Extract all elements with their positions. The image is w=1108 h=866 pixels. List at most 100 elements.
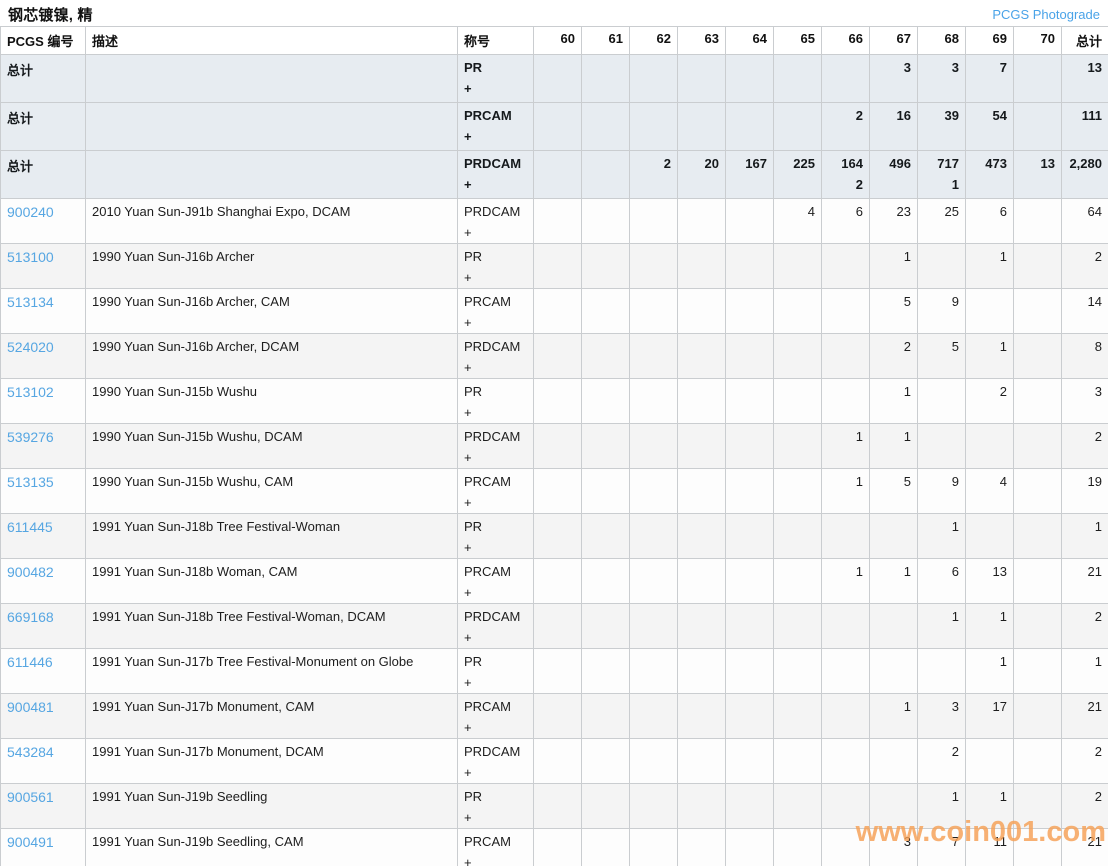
- grade-count: 2: [972, 384, 1007, 400]
- pcgs-number-link[interactable]: 900240: [7, 204, 54, 220]
- grade-count: PRCAM: [464, 474, 527, 490]
- grade-count: [540, 654, 575, 670]
- plus-grade-count: [924, 855, 959, 866]
- grade-count: [540, 564, 575, 580]
- grade-count: 6: [828, 204, 863, 220]
- grade-count: [1020, 744, 1055, 760]
- grade-count: 1: [876, 384, 911, 400]
- plus-grade-count: [972, 177, 1007, 193]
- plus-grade-count: [588, 315, 623, 331]
- grade-count: PRCAM: [464, 834, 527, 850]
- plus-grade-count: +: [464, 450, 527, 466]
- pcgs-number-link[interactable]: 539276: [7, 429, 54, 445]
- grade-count-cell: [1014, 379, 1062, 424]
- grade-count: 2: [1068, 744, 1102, 760]
- grade-count: [732, 519, 767, 535]
- coin-row: 9005611991 Yuan Sun-J19b SeedlingPR+112: [1, 784, 1108, 829]
- grade-count: [540, 294, 575, 310]
- pcgs-number-link[interactable]: 513135: [7, 474, 54, 490]
- plus-grade-count: [732, 720, 767, 736]
- pcgs-number-link[interactable]: 611446: [7, 654, 53, 670]
- plus-grade-count: [780, 177, 815, 193]
- pcgs-number-link[interactable]: 900561: [7, 789, 54, 805]
- plus-grade-count: [684, 585, 719, 601]
- pcgs-number-link[interactable]: 611445: [7, 519, 53, 535]
- grade-count: [684, 204, 719, 220]
- plus-grade-count: [780, 81, 815, 97]
- pcgs-number-link[interactable]: 900482: [7, 564, 54, 580]
- grade-count-cell: 17: [966, 694, 1014, 739]
- grade-count-cell: [1014, 784, 1062, 829]
- plus-grade-count: [732, 177, 767, 193]
- grade-count-cell: [774, 739, 822, 784]
- grade-count: 2: [924, 744, 959, 760]
- summary-label: 总计: [1, 55, 86, 103]
- grade-count: PRDCAM: [464, 609, 527, 625]
- grade-count-cell: 5: [918, 334, 966, 379]
- grade-count: [684, 60, 719, 76]
- grade-count: 13: [1068, 60, 1102, 76]
- pcgs-photograde-link[interactable]: PCGS Photograde: [992, 7, 1100, 22]
- pcgs-number-link[interactable]: 900481: [7, 699, 54, 715]
- plus-grade-count: [540, 450, 575, 466]
- coin-row: 6114451991 Yuan Sun-J18b Tree Festival-W…: [1, 514, 1108, 559]
- plus-grade-count: [1068, 129, 1102, 145]
- grade-count-cell: 13: [1014, 151, 1062, 199]
- pcgs-number-link[interactable]: 513100: [7, 249, 54, 265]
- plus-grade-count: [684, 675, 719, 691]
- grade-count: [1020, 108, 1055, 124]
- grade-count: [540, 429, 575, 445]
- grade-count: [828, 519, 863, 535]
- grade-count-cell: [678, 739, 726, 784]
- grade-count-cell: [774, 559, 822, 604]
- population-report-page: 钢芯镀镍, 精 PCGS Photograde PCGS 编号 描述 称号 60…: [0, 0, 1108, 866]
- pcgs-number-link[interactable]: 543284: [7, 744, 54, 760]
- grade-count: [876, 654, 911, 670]
- plus-grade-count: [684, 360, 719, 376]
- grade-count: 1: [828, 429, 863, 445]
- grade-count-cell: [630, 103, 678, 151]
- coin-description: 1990 Yuan Sun-J15b Wushu, CAM: [86, 469, 458, 514]
- grade-count-cell: 3: [1062, 379, 1108, 424]
- grade-count-cell: [534, 55, 582, 103]
- pcgs-number-link[interactable]: 513134: [7, 294, 54, 310]
- grade-count: [1020, 60, 1055, 76]
- grade-count-cell: [774, 424, 822, 469]
- summary-row: 总计PR+33713: [1, 55, 1108, 103]
- grade-count-cell: [726, 103, 774, 151]
- column-header-pcgs-number: PCGS 编号: [1, 27, 86, 55]
- plus-grade-count: [972, 585, 1007, 601]
- grade-count: 1: [924, 609, 959, 625]
- column-header-grade-67: 67: [870, 27, 918, 55]
- grade-count-cell: 3: [870, 829, 918, 866]
- grade-count: 54: [972, 108, 1007, 124]
- pcgs-number-link[interactable]: 524020: [7, 339, 54, 355]
- pcgs-number-link[interactable]: 513102: [7, 384, 54, 400]
- plus-grade-count: [636, 450, 671, 466]
- pcgs-number-link[interactable]: 900491: [7, 834, 54, 850]
- grade-count-cell: 4: [966, 469, 1014, 514]
- plus-grade-count: [588, 675, 623, 691]
- plus-grade-count: [924, 540, 959, 556]
- plus-grade-count: [780, 270, 815, 286]
- plus-grade-count: [780, 495, 815, 511]
- plus-grade-count: [684, 177, 719, 193]
- grade-count: [636, 564, 671, 580]
- plus-grade-count: [924, 360, 959, 376]
- plus-grade-count: [1068, 270, 1102, 286]
- grade-count-cell: 7171: [918, 151, 966, 199]
- grade-count-cell: [1014, 55, 1062, 103]
- pcgs-number-link[interactable]: 669168: [7, 609, 54, 625]
- grade-count-cell: 1: [918, 604, 966, 649]
- grade-count-cell: [678, 694, 726, 739]
- grade-count-cell: [774, 514, 822, 559]
- coin-description: 1991 Yuan Sun-J17b Monument, CAM: [86, 694, 458, 739]
- column-header-grade-65: 65: [774, 27, 822, 55]
- plus-grade-count: [1068, 855, 1102, 866]
- grade-count-cell: [630, 649, 678, 694]
- grade-count-cell: [726, 514, 774, 559]
- pcgs-number-cell: 669168: [1, 604, 86, 649]
- designation-cell: PRCAM+: [458, 289, 534, 334]
- grade-count-cell: 5: [870, 469, 918, 514]
- plus-grade-count: [540, 765, 575, 781]
